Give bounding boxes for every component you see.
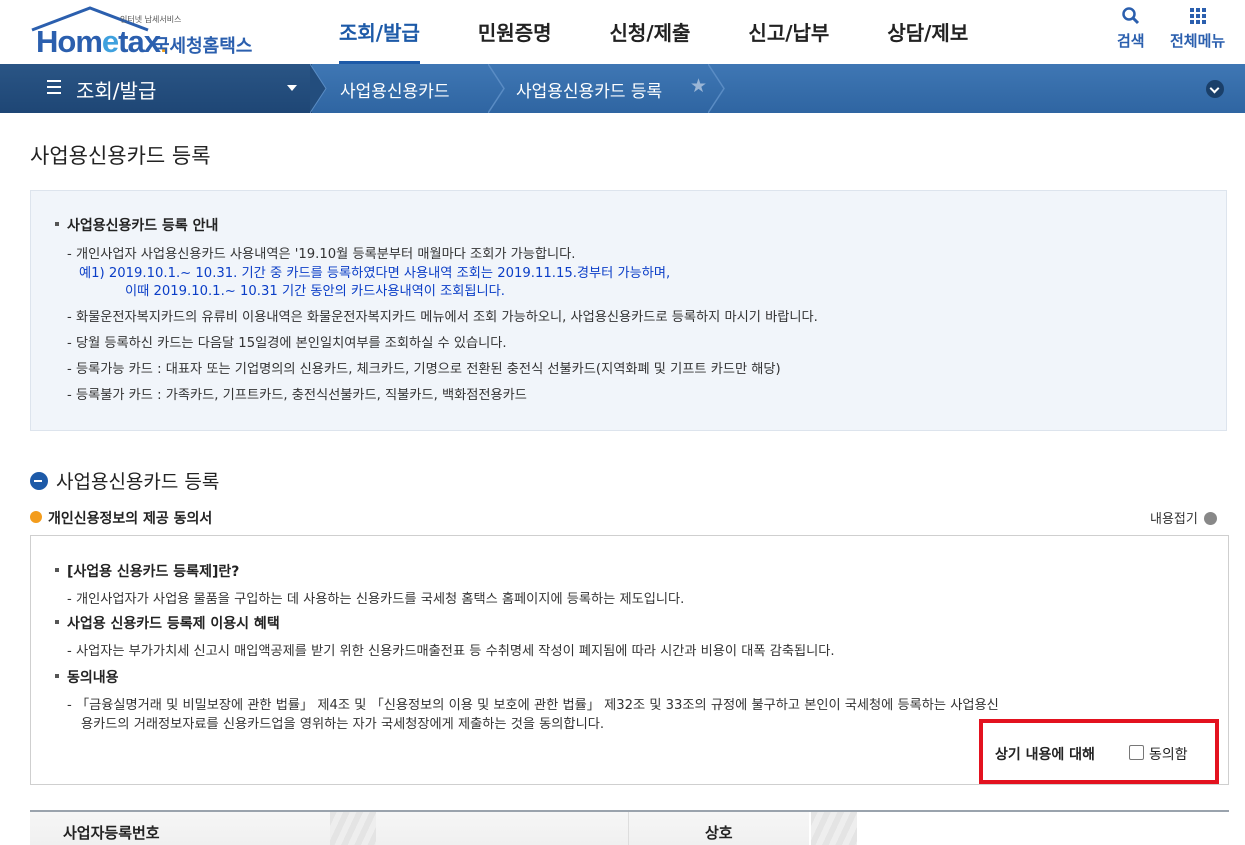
logo-wordmark-part: Hom <box>36 24 103 59</box>
table-header-cell: 사업자등록번호 <box>30 812 628 845</box>
company-name-header: 상호 <box>705 824 733 842</box>
table-header-cell: 상호 <box>629 812 857 845</box>
consent-heading-text: 동의내용 <box>67 670 119 686</box>
breadcrumb-separator-icon <box>310 64 327 113</box>
menu-dropdown-label: 조회/발급 <box>76 79 157 103</box>
breadcrumb-separator-icon <box>708 64 725 113</box>
consent-heading: 사업용 신용카드 등록제 이용시 혜택 <box>55 613 280 633</box>
breadcrumb: 조회/발급 사업용신용카드 사업용신용카드 등록 ★ <box>0 64 1245 113</box>
search-button[interactable]: 검색 <box>1117 6 1145 51</box>
logo-wordmark: Hometax. <box>36 24 169 60</box>
consent-line: - 개인사업자가 사업용 물품을 구입하는 데 사용하는 신용카드를 국세청 홈… <box>67 592 685 607</box>
consent-line: - 사업자는 부가가치세 신고시 매입액공제를 받기 위한 신용카드매출전표 등… <box>67 644 835 659</box>
section-title-text: 사업용신용카드 등록 <box>56 471 220 493</box>
chevron-up-icon <box>1203 512 1217 525</box>
favorite-star-icon[interactable]: ★ <box>690 75 707 97</box>
consent-heading: 동의내용 <box>55 667 119 687</box>
bullet-icon <box>55 222 59 226</box>
expand-chevron-icon[interactable] <box>1206 80 1224 98</box>
guide-line: - 당월 등록하신 카드는 다음달 15일경에 본인일치여부를 조회하실 수 있… <box>67 336 507 351</box>
consent-line: 용카드의 거래정보자료를 신용카드업을 영위하는 자가 국세청장에게 제출하는 … <box>81 717 605 732</box>
bullet-icon <box>55 620 59 624</box>
guide-box: 사업용신용카드 등록 안내 - 개인사업자 사업용신용카드 사용내역은 '19.… <box>30 190 1227 431</box>
page-title: 사업용신용카드 등록 <box>30 144 211 168</box>
guide-heading-text: 사업용신용카드 등록 안내 <box>67 218 219 234</box>
consent-heading: [사업용 신용카드 등록제]란? <box>55 561 239 581</box>
guide-line: - 등록불가 카드 : 가족카드, 기프트카드, 충전식선불카드, 직불카드, … <box>67 388 527 403</box>
consent-line: - 「금융실명거래 및 비밀보장에 관한 법률」 제4조 및 「신용정보의 이용… <box>67 698 999 713</box>
all-menu-label: 전체메뉴 <box>1170 32 1226 50</box>
hometax-logo[interactable]: 인터넷 납세서비스 Hometax. 국세청홈택스 <box>28 6 268 60</box>
bullet-icon <box>55 568 59 572</box>
logo-korean-name: 국세청홈택스 <box>153 36 253 57</box>
gnb-inquiry-issue[interactable]: 조회/발급 <box>310 0 449 64</box>
collapse-button[interactable]: 내용접기 <box>1150 508 1217 527</box>
top-header: 인터넷 납세서비스 Hometax. 국세청홈택스 조회/발급 민원증명 신청/… <box>0 0 1245 64</box>
collapse-label: 내용접기 <box>1150 512 1198 527</box>
business-info-table: 사업자등록번호 상호 <box>30 810 1229 845</box>
bullet-icon <box>55 674 59 678</box>
logo-wordmark-part: e <box>101 24 119 59</box>
agree-checkbox-label[interactable]: 동의함 <box>1149 744 1188 764</box>
guide-line: - 개인사업자 사업용신용카드 사용내역은 '19.10월 등록분부터 매월마다… <box>67 247 576 262</box>
all-menu-button[interactable]: 전체메뉴 <box>1170 6 1225 51</box>
gnb-report-pay[interactable]: 신고/납부 <box>719 0 858 64</box>
guide-example-line: 예1) 2019.10.1.~ 10.31. 기간 중 카드를 등록하였다면 사… <box>79 266 671 281</box>
gnb-consult-report[interactable]: 상담/제보 <box>858 0 997 64</box>
grid-menu-icon <box>1170 6 1225 30</box>
menu-dropdown[interactable]: 조회/발급 <box>0 64 312 113</box>
agree-prefix-label: 상기 내용에 대해 <box>995 747 1095 763</box>
breadcrumb-level2[interactable]: 사업용신용카드 등록 <box>516 77 662 102</box>
header-stripe-decoration <box>330 812 376 845</box>
search-label: 검색 <box>1117 32 1145 50</box>
guide-line: - 등록가능 카드 : 대표자 또는 기업명의의 신용카드, 체크카드, 기명으… <box>67 362 781 377</box>
hamburger-icon <box>47 80 61 98</box>
breadcrumb-separator-icon <box>488 64 505 113</box>
header-stripe-decoration <box>811 812 857 845</box>
consent-subtitle: 개인신용정보의 제공 동의서 <box>30 508 212 528</box>
consent-heading-text: 사업용 신용카드 등록제 이용시 혜택 <box>67 616 280 632</box>
agree-highlight-box: 상기 내용에 대해 동의함 <box>979 719 1219 784</box>
business-number-header: 사업자등록번호 <box>63 824 160 842</box>
guide-example-line: 이때 2019.10.1.~ 10.31 기간 동안의 카드사용내역이 조회됩니… <box>125 284 505 299</box>
search-icon <box>1117 6 1145 30</box>
guide-line: - 화물운전자복지카드의 유류비 이용내역은 화물운전자복지카드 메뉴에서 조회… <box>67 310 818 325</box>
gnb-civil-certificates[interactable]: 민원증명 <box>449 0 581 64</box>
section-title: 사업용신용카드 등록 <box>30 467 219 494</box>
global-nav: 조회/발급 민원증명 신청/제출 신고/납부 상담/제보 <box>310 0 997 64</box>
guide-heading: 사업용신용카드 등록 안내 <box>55 215 218 235</box>
orange-bullet-icon <box>30 511 42 523</box>
agree-checkbox[interactable] <box>1129 745 1144 760</box>
consent-subtitle-text: 개인신용정보의 제공 동의서 <box>48 511 213 527</box>
dropdown-caret-icon <box>287 85 297 91</box>
arrow-circle-icon <box>30 471 48 490</box>
breadcrumb-level1[interactable]: 사업용신용카드 <box>340 77 449 102</box>
consent-heading-text: [사업용 신용카드 등록제]란? <box>67 564 240 580</box>
gnb-apply-submit[interactable]: 신청/제출 <box>581 0 720 64</box>
